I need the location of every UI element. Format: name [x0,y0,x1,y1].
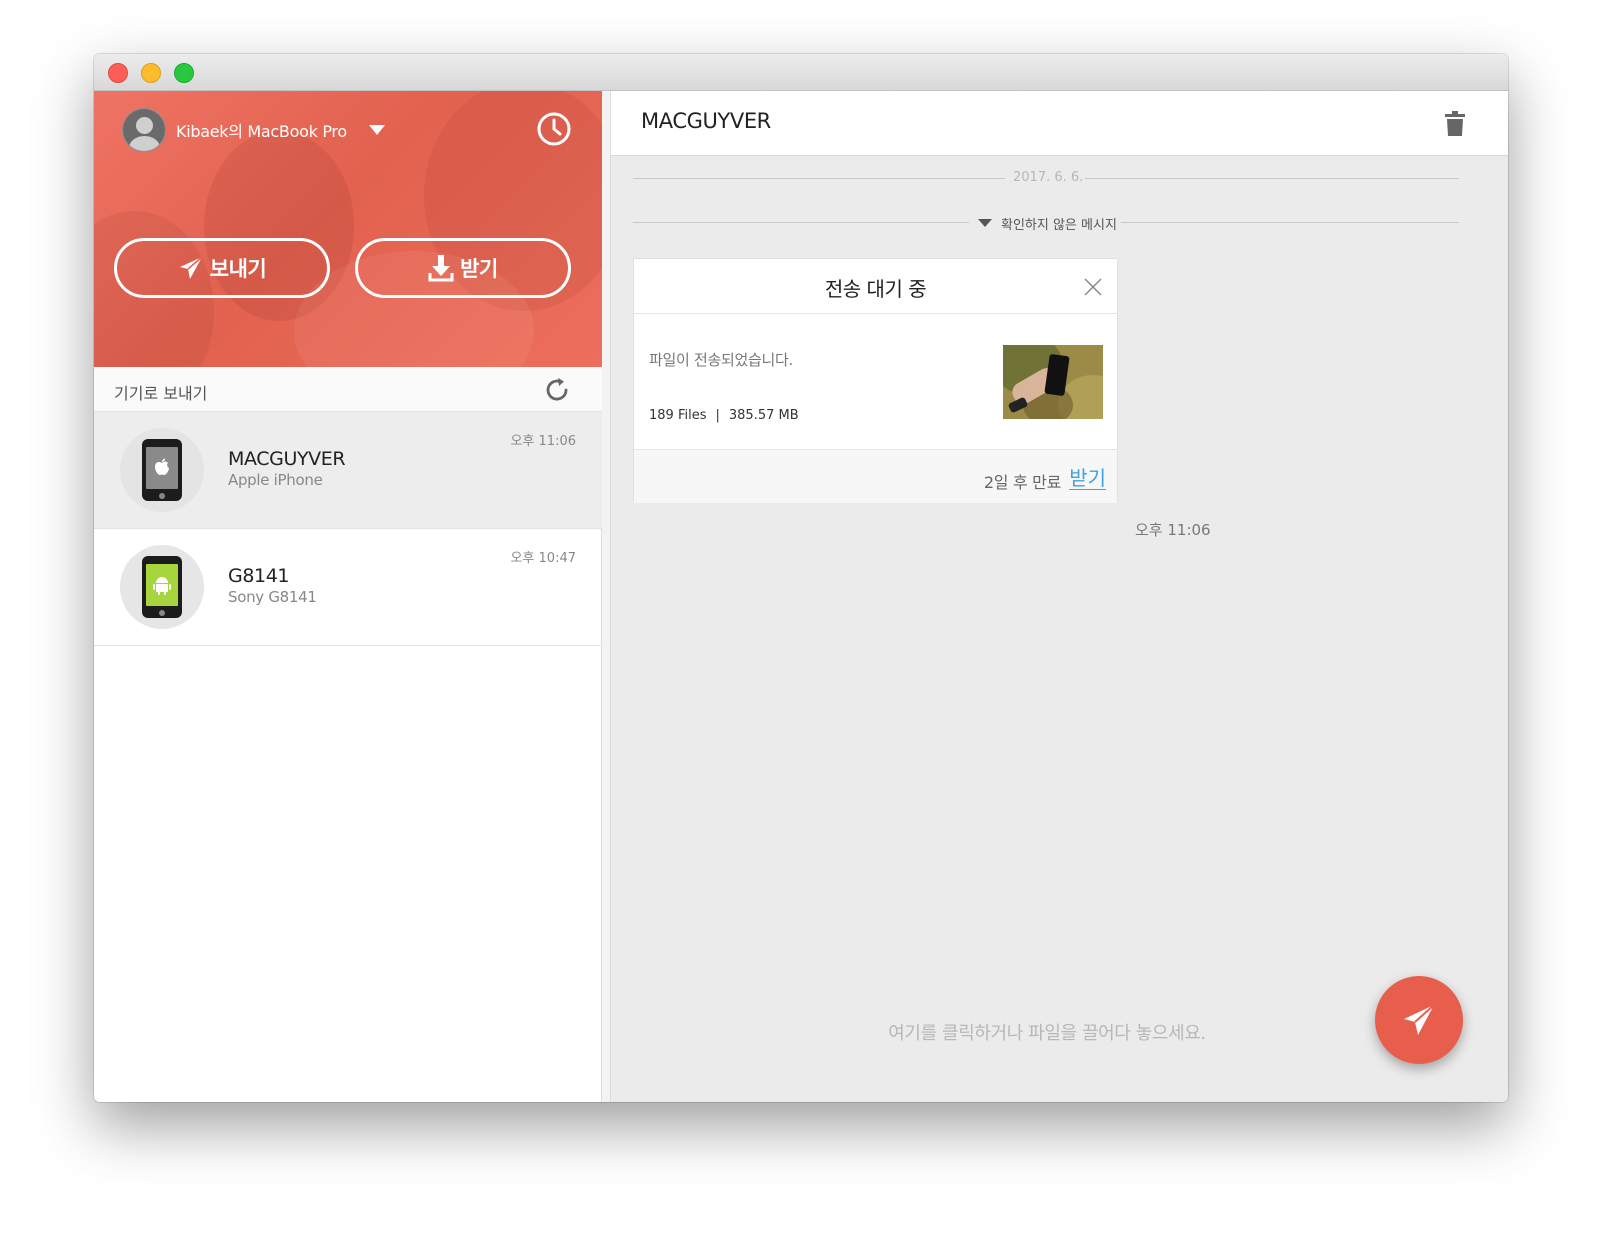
minimize-window-button[interactable] [141,63,161,83]
meta-divider: | [715,408,720,423]
receive-button[interactable]: 받기 [355,238,571,298]
conversation-title: MACGUYVER [641,109,771,133]
device-avatar [120,545,204,629]
phone-home-button [159,493,165,499]
send-to-device-header: 기기로 보내기 [94,367,602,412]
section-title: 기기로 보내기 [114,384,208,403]
device-model: Apple iPhone [228,471,323,489]
separator-line [633,178,1005,179]
date-separator: 2017. 6. 6. [633,168,1459,188]
sidebar: Kibaek의 MacBook Pro 보내기 받기 기기로 보내기 MACGU… [94,91,602,1102]
device-name: MACGUYVER [228,448,346,470]
separator-line [1085,178,1459,179]
history-clock-icon[interactable] [536,111,572,147]
transfer-card-header: 전송 대기 중 [634,259,1117,314]
refresh-icon[interactable] [542,375,572,405]
avatar [122,108,166,152]
drop-zone-hint[interactable]: 여기를 클릭하거나 파일을 끌어다 놓으세요. [602,1019,1492,1045]
avatar-body [129,136,160,151]
avatar-head [136,117,153,134]
device-item-macguyver[interactable]: MACGUYVER Apple iPhone 오후 11:06 [94,412,602,529]
expire-text: 2일 후 만료 [983,473,1061,492]
separator-line [633,222,969,223]
sidebar-hero: Kibaek의 MacBook Pro 보내기 받기 [94,91,602,367]
panel-divider[interactable] [602,91,611,1102]
title-bar[interactable] [94,54,1508,91]
apple-logo-icon [155,458,169,475]
account-name: Kibaek의 MacBook Pro [176,122,347,141]
paper-plane-icon [1404,1004,1435,1035]
file-size: 385.57 MB [728,408,799,423]
device-model: Sony G8141 [228,588,317,606]
conversation-header: MACGUYVER [611,91,1508,156]
transfer-message: 파일이 전송되었습니다. [649,351,793,369]
message-time: 오후 11:06 [1135,521,1211,539]
caret-down-icon [978,219,992,227]
device-item-g8141[interactable]: G8141 Sony G8141 오후 10:47 [94,529,602,646]
account-selector[interactable]: Kibaek의 MacBook Pro [122,107,385,153]
close-window-button[interactable] [108,63,128,83]
download-icon [428,255,454,282]
close-icon[interactable] [1082,276,1104,298]
separator-line [1121,222,1459,223]
phone-home-button [159,610,165,616]
receive-button-label: 받기 [460,257,498,281]
conversation-panel: MACGUYVER 2017. 6. 6. 확인하지 않은 메시지 전송 대기 … [602,91,1508,1102]
files-count: 189 Files [649,408,707,423]
send-button[interactable]: 보내기 [114,238,330,298]
trash-icon[interactable] [1444,111,1466,137]
file-thumbnail[interactable] [1003,345,1103,419]
transfer-card-footer: 2일 후 만료 받기 [634,449,1117,503]
android-logo-icon [153,577,171,595]
app-window: Kibaek의 MacBook Pro 보내기 받기 기기로 보내기 MACGU… [94,54,1508,1102]
android-phone-icon [142,556,182,618]
transfer-meta: 189 Files | 385.57 MB [649,408,799,423]
device-name: G8141 [228,565,290,587]
send-fab-button[interactable] [1375,976,1463,1064]
device-time: 오후 11:06 [510,434,576,449]
caret-down-icon[interactable] [368,125,385,135]
send-button-label: 보내기 [209,257,267,281]
transfer-card-title: 전송 대기 중 [824,277,927,301]
device-avatar [120,428,204,512]
unread-separator-text: 확인하지 않은 메시지 [1001,218,1117,233]
device-time: 오후 10:47 [510,551,576,566]
apple-phone-icon [142,439,182,501]
maximize-window-button[interactable] [174,63,194,83]
receive-link[interactable]: 받기 [1069,462,1106,491]
date-separator-text: 2017. 6. 6. [1013,170,1084,185]
paper-plane-icon [179,256,203,279]
unread-separator: 확인하지 않은 메시지 [633,212,1459,233]
transfer-card: 전송 대기 중 파일이 전송되었습니다. 189 Files | 385.57 … [633,258,1118,503]
